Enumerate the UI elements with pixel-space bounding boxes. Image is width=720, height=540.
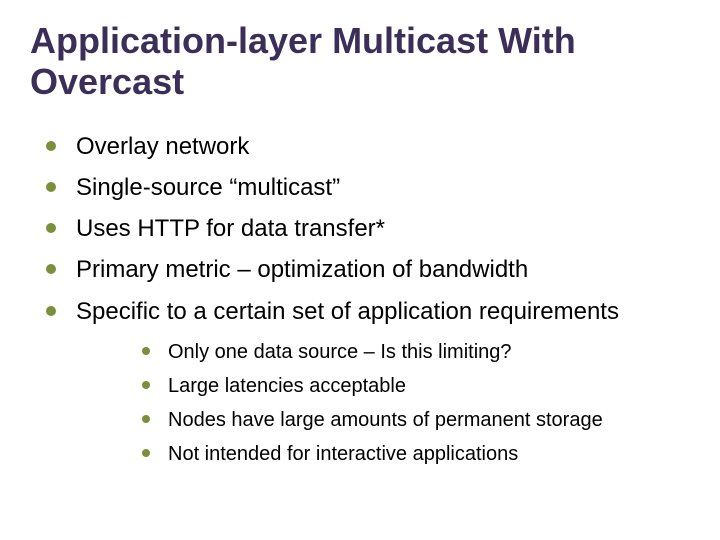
list-item: Specific to a certain set of application… [40,296,690,467]
list-item: Only one data source – Is this limiting? [136,339,690,365]
main-bullet-list: Overlay network Single-source “multicast… [40,131,690,467]
list-item: Primary metric – optimization of bandwid… [40,254,690,285]
list-item: Overlay network [40,131,690,162]
list-item: Nodes have large amounts of permanent st… [136,407,690,433]
list-item: Large latencies acceptable [136,373,690,399]
slide-title: Application-layer Multicast With Overcas… [30,20,690,103]
sub-bullet-list: Only one data source – Is this limiting?… [136,339,690,467]
list-item-text: Specific to a certain set of application… [76,298,619,325]
slide: Application-layer Multicast With Overcas… [0,0,720,540]
list-item: Not intended for interactive application… [136,441,690,467]
list-item: Single-source “multicast” [40,172,690,203]
list-item: Uses HTTP for data transfer* [40,213,690,244]
